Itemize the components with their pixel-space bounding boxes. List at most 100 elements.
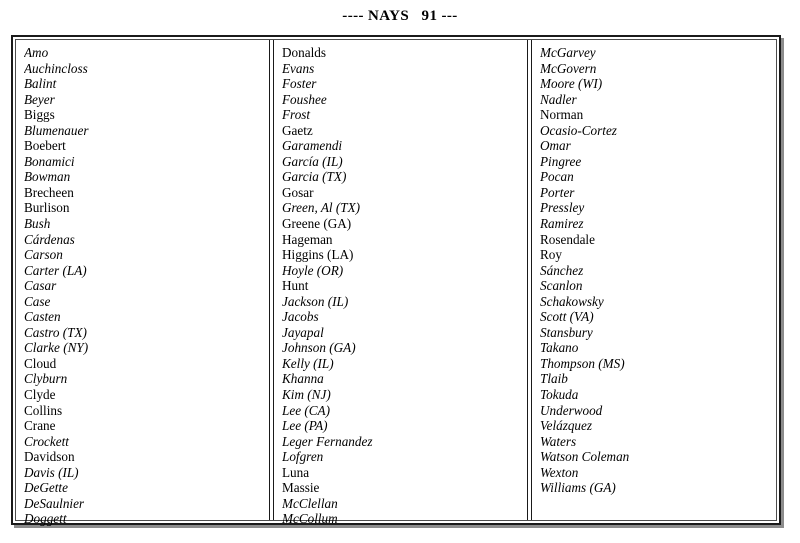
voter-name-entry: Davis (IL): [24, 464, 79, 480]
voter-name-entry: Castro (TX): [24, 324, 87, 340]
voter-name-entry: Jacobs: [282, 309, 319, 325]
voter-name-entry: Gaetz: [282, 122, 313, 138]
voter-name-entry: Thompson (MS): [540, 355, 625, 371]
voter-name-entry: Auchincloss: [24, 60, 88, 76]
voter-name-entry: DeGette: [24, 480, 68, 496]
voter-name-entry: Leger Fernandez: [282, 433, 373, 449]
voter-name-entry: Tokuda: [540, 387, 579, 403]
voter-name-entry: Scott (VA): [540, 309, 594, 325]
voter-name-entry: Frost: [282, 107, 311, 123]
voter-name-entry: Watson Coleman: [540, 449, 630, 465]
voter-name-entry: Norman: [540, 107, 584, 123]
voter-name-entry: Pocan: [540, 169, 574, 185]
voter-name-entry: Roy: [540, 247, 562, 263]
voter-name-entry: Massie: [282, 480, 320, 496]
voter-name-entry: Garamendi: [282, 138, 343, 154]
name-list-column-1: Amo Auchincloss Balint Beyer Biggs Blumenauer…: [24, 45, 263, 527]
voter-name-entry: Beyer: [24, 91, 55, 107]
voter-name-entry: Porter: [540, 184, 575, 200]
voter-name-entry: Garcia (TX): [282, 169, 347, 185]
voter-name-entry: Hoyle (OR): [282, 262, 344, 278]
voter-name-entry: Case: [24, 293, 51, 309]
voter-name-entry: Collins: [24, 402, 63, 418]
voter-name-entry: Scanlon: [540, 278, 583, 294]
voter-name-entry: Casar: [24, 278, 57, 294]
voter-name-entry: Burlison: [24, 200, 70, 216]
vote-heading: ---- NAYS 91 ---: [342, 8, 458, 24]
voter-name-entry: Bonamici: [24, 153, 75, 169]
voter-name-entry: Lee (CA): [282, 402, 330, 418]
voter-name-entry: McCollum: [282, 511, 338, 527]
name-list-column-3: McGarvey McGovern Moore (WI) Nadler Norman Oc…: [540, 45, 784, 496]
voter-name-entry: Pressley: [540, 200, 585, 216]
voter-name-entry: McGarvey: [540, 45, 596, 60]
voter-name-entry: Carter (LA): [24, 262, 87, 278]
vote-column-3: McGarvey McGovern Moore (WI) Nadler Norman Oc…: [532, 40, 790, 520]
voter-name-entry: Davidson: [24, 449, 75, 465]
voter-name-entry: Lofgren: [282, 449, 324, 465]
voter-name-entry: Jackson (IL): [282, 293, 349, 309]
voter-name-entry: Wexton: [540, 464, 579, 480]
vote-tally-inner-frame: Amo Auchincloss Balint Beyer Biggs Blumenauer…: [15, 39, 777, 526]
voter-name-entry: Takano: [540, 340, 579, 356]
voter-name-entry: Johnson (GA): [282, 340, 356, 356]
voter-name-entry: Hageman: [282, 231, 333, 247]
voter-name-entry: Blumenauer: [24, 122, 89, 138]
voter-name-entry: Williams (GA): [540, 480, 616, 496]
voter-name-entry: Luna: [282, 464, 310, 480]
voter-name-entry: Tlaib: [540, 371, 568, 387]
voter-name-entry: Cárdenas: [24, 231, 75, 247]
voter-name-entry: Gosar: [282, 184, 314, 200]
voter-name-entry: Pingree: [540, 153, 582, 169]
voter-name-entry: Khanna: [282, 371, 324, 387]
voter-name-entry: Velázquez: [540, 418, 593, 434]
voter-name-entry: Stansbury: [540, 324, 593, 340]
name-list-column-2: Donalds Evans Foster Foushee Frost Gaetz Garam…: [282, 45, 521, 527]
voter-name-entry: Clarke (NY): [24, 340, 89, 356]
voter-name-entry: Underwood: [540, 402, 603, 418]
voter-name-entry: Moore (WI): [540, 76, 603, 92]
voter-name-entry: Higgins (LA): [282, 247, 354, 263]
voter-name-entry: Balint: [24, 76, 57, 92]
voter-name-entry: Foushee: [282, 91, 327, 107]
voter-name-entry: Donalds: [282, 45, 326, 60]
voter-name-entry: Evans: [282, 60, 315, 76]
voter-name-entry: Foster: [282, 76, 317, 92]
voter-name-entry: Kelly (IL): [282, 355, 334, 371]
voter-name-entry: Bush: [24, 216, 51, 232]
voter-name-entry: Sánchez: [540, 262, 584, 278]
voter-name-entry: Lee (PA): [282, 418, 328, 434]
voter-name-entry: Kim (NJ): [282, 387, 331, 403]
voter-name-entry: Rosendale: [540, 231, 595, 247]
voter-name-entry: Ocasio-Cortez: [540, 122, 617, 138]
voter-name-entry: Clyburn: [24, 371, 68, 387]
voter-name-entry: Schakowsky: [540, 293, 604, 309]
vote-column-1: Amo Auchincloss Balint Beyer Biggs Blumenauer…: [16, 40, 269, 526]
voter-name-entry: Bowman: [24, 169, 71, 185]
voter-name-entry: Green, Al (TX): [282, 200, 361, 216]
voter-name-entry: Boebert: [24, 138, 66, 154]
voter-name-entry: Jayapal: [282, 324, 324, 340]
voter-name-entry: Doggett: [24, 511, 67, 527]
voter-name-entry: García (IL): [282, 153, 343, 169]
vote-tally-box: Amo Auchincloss Balint Beyer Biggs Blumenauer…: [11, 35, 781, 526]
voter-name-entry: Cloud: [24, 355, 57, 371]
voter-name-entry: Greene (GA): [282, 216, 352, 232]
vote-column-2: Donalds Evans Foster Foushee Frost Gaetz Garam…: [274, 40, 527, 526]
voter-name-entry: Clyde: [24, 387, 56, 403]
voter-name-entry: Amo: [24, 45, 49, 60]
voter-name-entry: Crane: [24, 418, 56, 434]
voter-name-entry: Waters: [540, 433, 577, 449]
voter-name-entry: Carson: [24, 247, 63, 263]
voter-name-entry: Biggs: [24, 107, 55, 123]
voter-name-entry: Brecheen: [24, 184, 74, 200]
voter-name-entry: Omar: [540, 138, 571, 154]
voter-name-entry: Hunt: [282, 278, 309, 294]
voter-name-entry: McGovern: [540, 60, 597, 76]
voter-name-entry: Crockett: [24, 433, 69, 449]
voter-name-entry: McClellan: [282, 495, 338, 511]
voter-name-entry: DeSaulnier: [24, 495, 85, 511]
voter-name-entry: Ramirez: [540, 216, 584, 232]
voter-name-entry: Casten: [24, 309, 61, 325]
voter-name-entry: Nadler: [540, 91, 577, 107]
